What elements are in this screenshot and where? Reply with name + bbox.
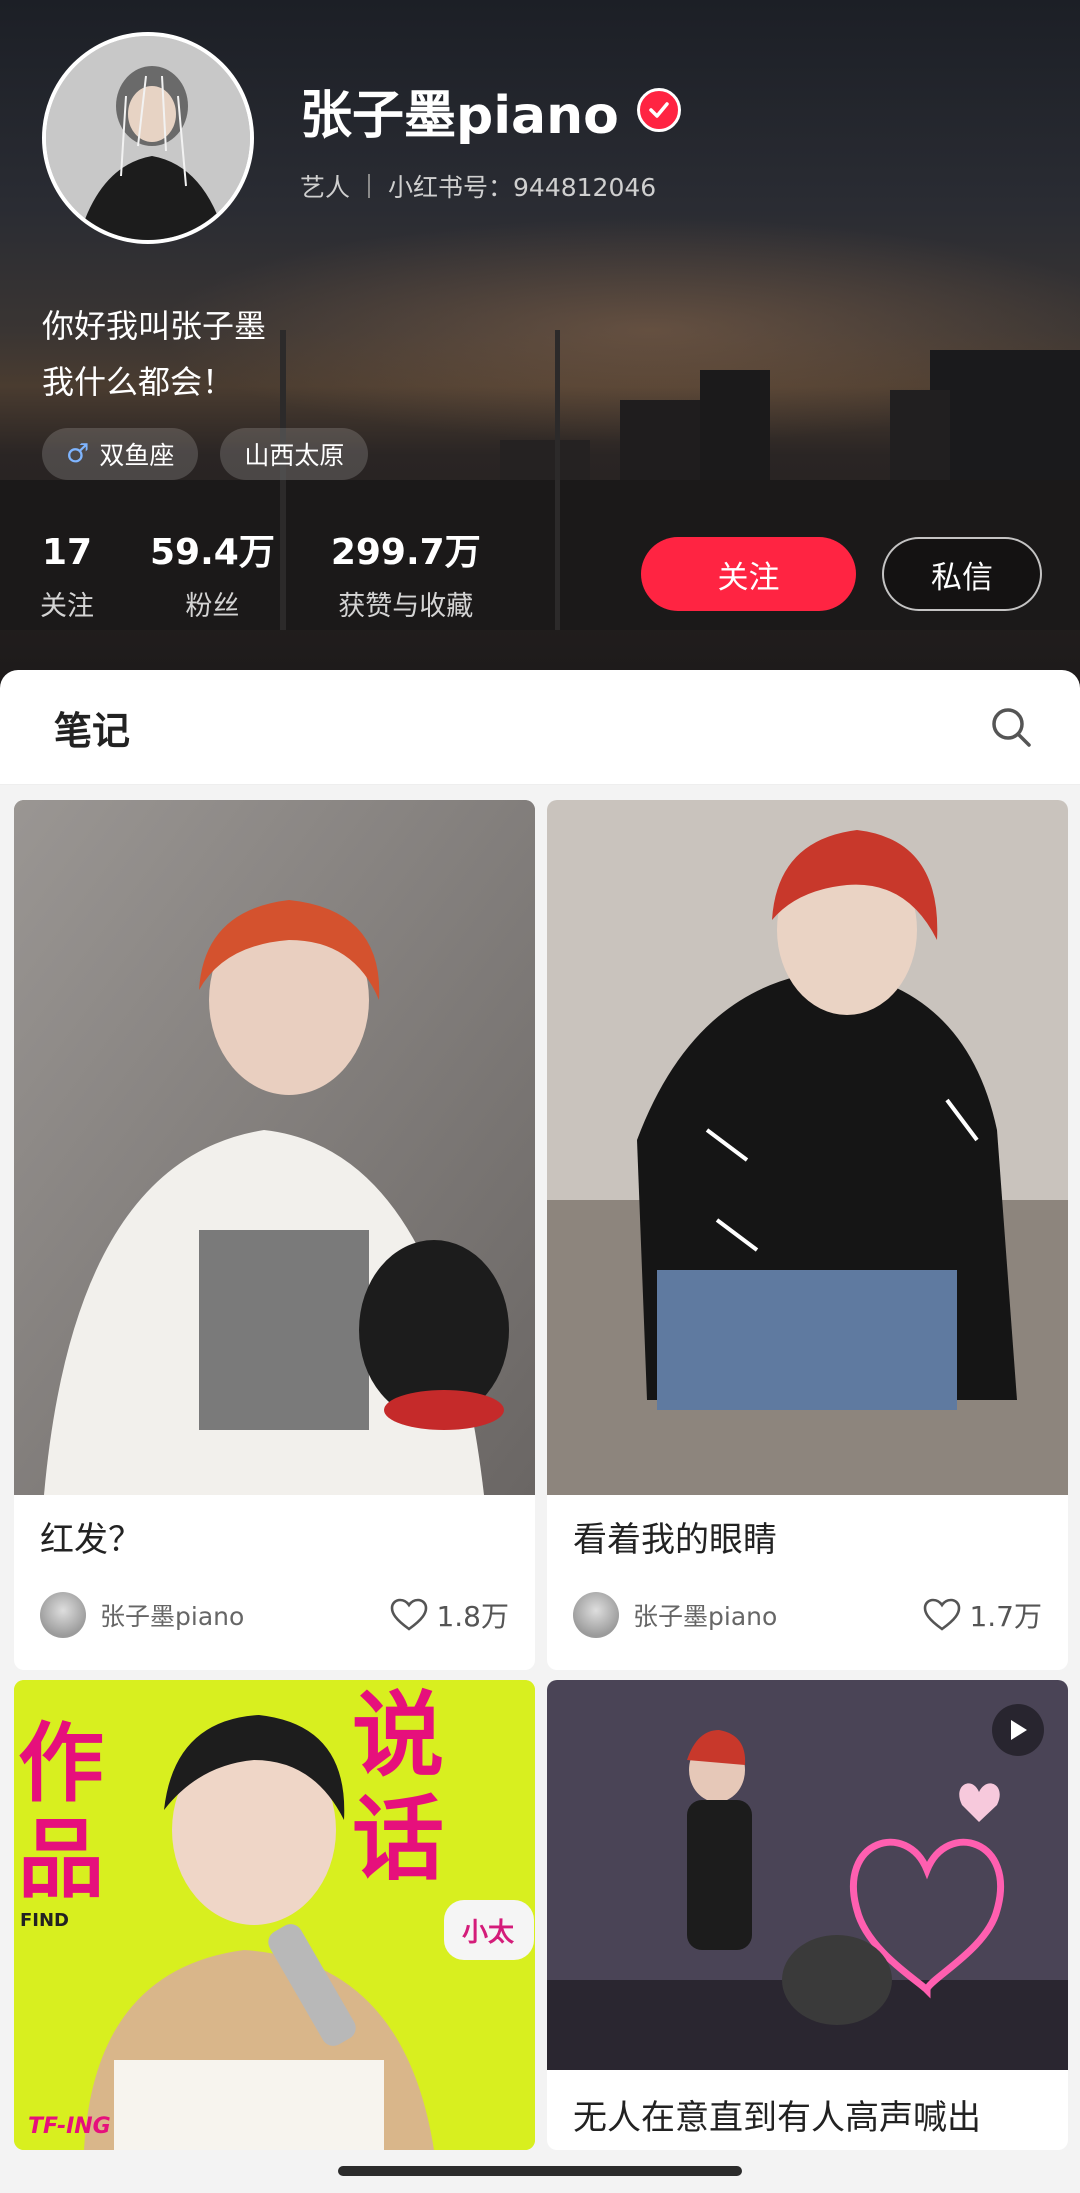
note-footer: 张子墨piano 1.8万: [40, 1590, 509, 1640]
author-avatar: [573, 1592, 619, 1638]
stat-followers-label: 粉丝: [185, 591, 240, 622]
message-button[interactable]: 私信: [882, 537, 1042, 611]
note-author[interactable]: 张子墨piano: [573, 1592, 777, 1638]
tag-zodiac: ♂ 双鱼座: [42, 428, 199, 480]
profile-name: 张子墨piano: [300, 85, 619, 146]
bio-line-1: 你好我叫张子墨: [42, 307, 267, 345]
note-title: 无人在意直到有人高声喊出: [573, 2098, 981, 2138]
stat-likes-collects[interactable]: 299.7万 获赞与收藏: [331, 530, 481, 623]
note-card[interactable]: 作品 说话 FIND 小太 TF-ING: [14, 1680, 535, 2150]
note-card[interactable]: 看着我的眼睛 张子墨piano 1.7万: [547, 800, 1068, 1670]
profile-header: 张子墨piano 艺人 小红书号：944812046 你好我叫张子墨 我什么都会…: [0, 0, 1080, 690]
stat-followers[interactable]: 59.4万 粉丝: [150, 530, 275, 623]
note-title: 红发？: [40, 1520, 142, 1560]
stat-likes-collects-label: 获赞与收藏: [338, 591, 474, 622]
note-cover-image: [547, 800, 1068, 1495]
home-indicator[interactable]: [338, 2166, 742, 2176]
note-cover-video: [547, 1680, 1068, 2070]
poster-find-text: FIND: [20, 1910, 69, 1931]
profile-role: 艺人: [300, 173, 351, 202]
note-cover-image: 作品 说话 FIND 小太 TF-ING: [14, 1680, 535, 2150]
poster-brand-text: TF-ING: [28, 2114, 111, 2139]
name-row: 张子墨piano: [300, 75, 681, 146]
bio-line-2: 我什么都会！: [42, 363, 235, 401]
poster-bubble-text: 小太: [462, 1918, 515, 1948]
note-card[interactable]: 红发？ 张子墨piano 1.8万: [14, 800, 535, 1670]
like-count: 1.8万: [436, 1600, 509, 1633]
profile-id: 小红书号：944812046: [388, 173, 657, 202]
tag-zodiac-label: 双鱼座: [99, 441, 175, 470]
like-count: 1.7万: [969, 1600, 1042, 1633]
note-cover-image: [14, 800, 535, 1495]
tag-location-label: 山西太原: [244, 441, 345, 470]
profile-stats: 17 关注 59.4万 粉丝 299.7万 获赞与收藏: [40, 530, 537, 623]
author-name: 张子墨piano: [633, 1602, 778, 1631]
stat-following-label: 关注: [40, 591, 94, 622]
search-icon[interactable]: [986, 702, 1036, 752]
male-icon: ♂: [66, 439, 90, 469]
heart-icon: [924, 1598, 961, 1631]
stat-following-value: 17: [41, 532, 93, 573]
note-card[interactable]: 无人在意直到有人高声喊出: [547, 1680, 1068, 2150]
avatar-portrait: [46, 36, 250, 240]
tag-location: 山西太原: [220, 428, 369, 480]
verified-check-icon: [636, 88, 681, 132]
author-avatar: [40, 1592, 86, 1638]
note-author[interactable]: 张子墨piano: [40, 1592, 244, 1638]
meta-divider: [368, 174, 371, 198]
stat-following[interactable]: 17 关注: [40, 530, 94, 623]
profile-tags: ♂ 双鱼座 山西太原: [42, 428, 369, 480]
poster-text-right: 说话: [352, 1682, 445, 1893]
profile-page: 张子墨piano 艺人 小红书号：944812046 你好我叫张子墨 我什么都会…: [0, 0, 1080, 2193]
stat-followers-value: 59.4万: [150, 532, 275, 573]
play-icon: [992, 1704, 1044, 1756]
profile-bio: 你好我叫张子墨 我什么都会！: [42, 298, 266, 410]
author-name: 张子墨piano: [100, 1602, 245, 1631]
profile-meta: 艺人 小红书号：944812046: [300, 168, 656, 204]
note-footer: 张子墨piano 1.7万: [573, 1590, 1042, 1640]
notes-tab-bar: 笔记: [0, 670, 1080, 785]
note-title: 看着我的眼睛: [573, 1520, 777, 1560]
follow-button[interactable]: 关注: [641, 537, 856, 611]
poster-text-left: 作品: [18, 1714, 104, 1910]
stat-likes-collects-value: 299.7万: [330, 532, 481, 573]
tab-notes[interactable]: 笔记: [54, 700, 130, 755]
like-button[interactable]: 1.8万: [390, 1595, 509, 1635]
heart-icon: [391, 1598, 428, 1631]
like-button[interactable]: 1.7万: [923, 1595, 1042, 1635]
profile-avatar[interactable]: [42, 32, 254, 244]
